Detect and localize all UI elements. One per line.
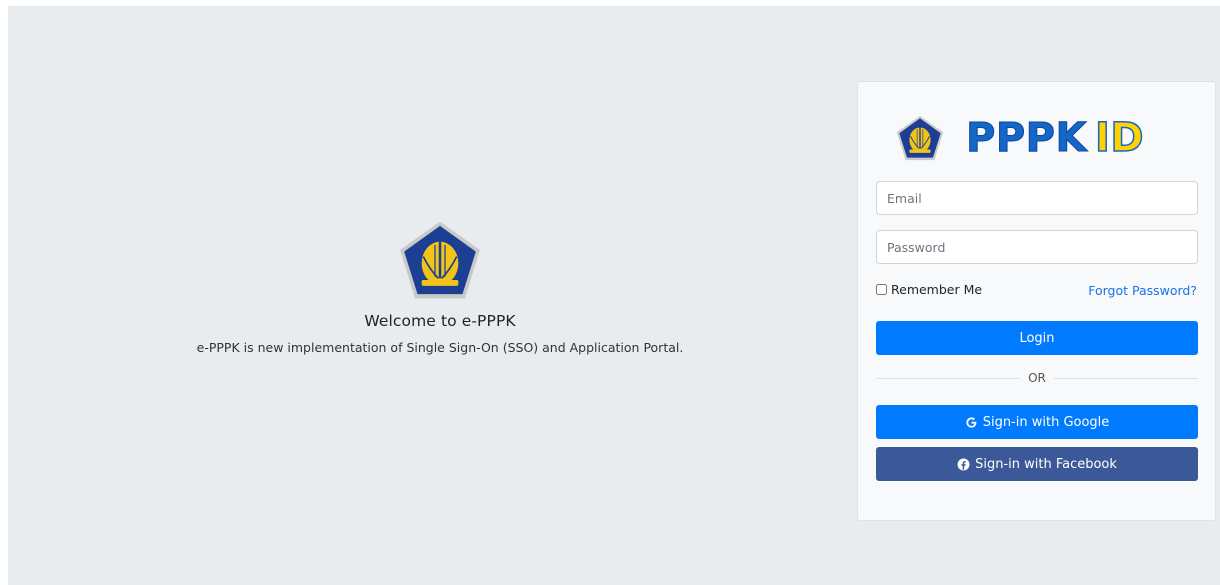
email-input[interactable] xyxy=(876,181,1198,215)
brand-name-part2: ID xyxy=(1094,115,1145,161)
login-button-label: Login xyxy=(1019,330,1055,346)
ministry-emblem-icon xyxy=(896,115,944,161)
login-card: PPPKID Remember Me Forgot Password? Logi… xyxy=(857,81,1216,521)
welcome-description: e-PPPK is new implementation of Single S… xyxy=(196,340,684,355)
divider-label: OR xyxy=(1028,371,1046,385)
remember-me-checkbox[interactable] xyxy=(876,284,887,295)
facebook-signin-label: Sign-in with Facebook xyxy=(975,456,1117,472)
forgot-password-link[interactable]: Forgot Password? xyxy=(1088,283,1197,298)
ministry-emblem-icon xyxy=(400,221,480,299)
brand-name-part1: PPPK xyxy=(966,115,1087,161)
brand-name: PPPK ID xyxy=(966,115,1145,161)
remember-me[interactable]: Remember Me xyxy=(876,282,982,297)
google-signin-label: Sign-in with Google xyxy=(982,414,1110,430)
brand-logo: PPPK ID xyxy=(896,112,1144,164)
welcome-title: Welcome to e-PPPK xyxy=(364,312,516,330)
google-signin-button[interactable]: Sign-in with Google xyxy=(876,405,1198,439)
remember-me-label: Remember Me xyxy=(891,282,983,297)
or-divider: OR xyxy=(876,370,1199,386)
facebook-signin-button[interactable]: Sign-in with Facebook xyxy=(876,447,1198,481)
password-input[interactable] xyxy=(876,230,1198,264)
divider-line xyxy=(876,377,1021,379)
google-icon xyxy=(965,416,978,429)
facebook-icon xyxy=(957,458,970,471)
login-button[interactable]: Login xyxy=(876,321,1198,355)
welcome-section: Welcome to e-PPPK e-PPPK is new implemen… xyxy=(180,220,700,355)
divider-line xyxy=(1053,377,1199,379)
